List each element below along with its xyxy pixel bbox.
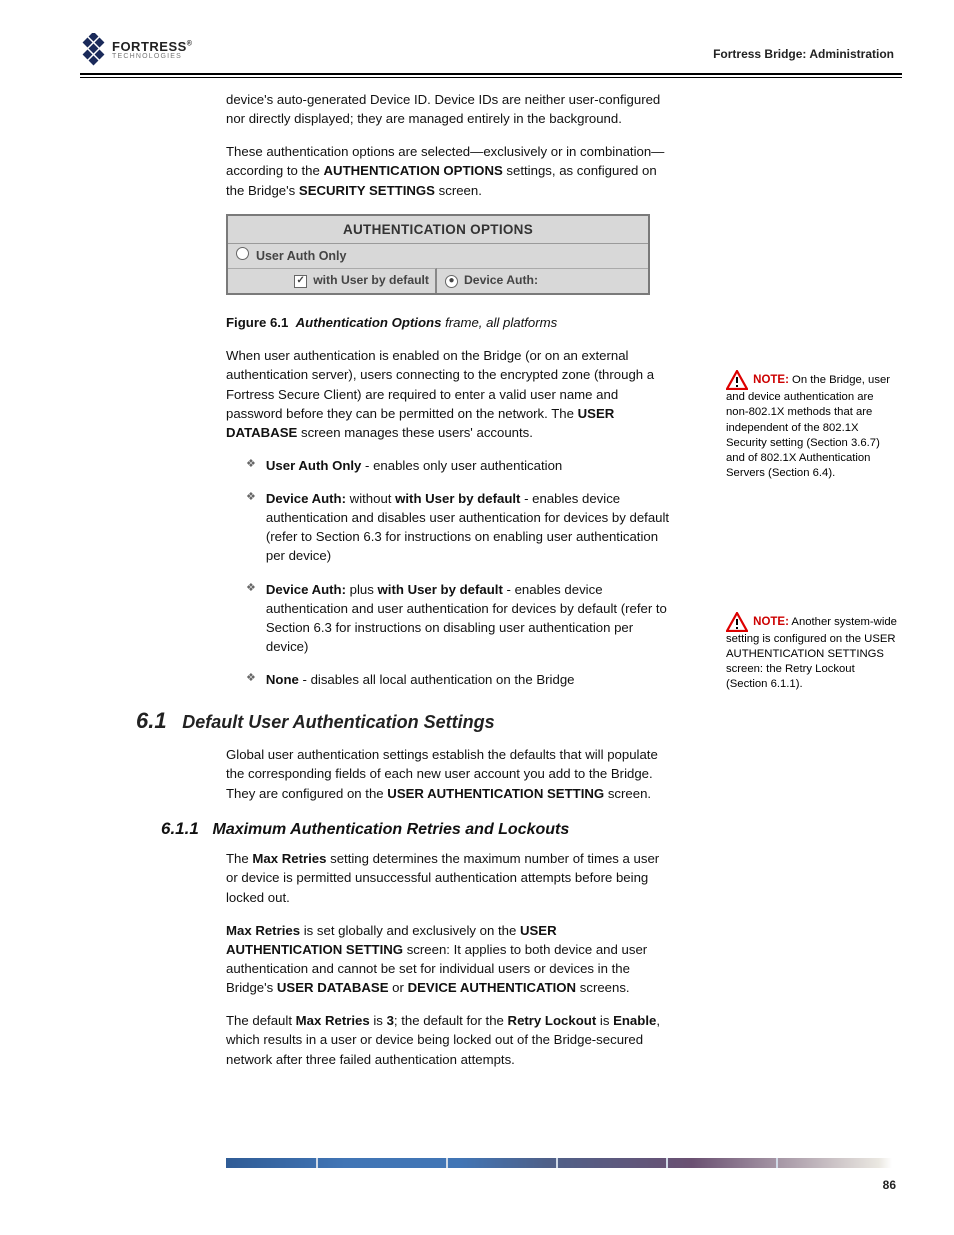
bullet-icon: ❖ <box>246 580 256 598</box>
margin-note: NOTE: On the Bridge, user and device aut… <box>726 370 898 482</box>
list-item: ❖ Device Auth: plus with User by default… <box>246 580 670 671</box>
running-title: Fortress Bridge: Administration <box>713 47 894 61</box>
checkbox-checked-icon[interactable]: ✓ <box>294 275 307 288</box>
page-number: 86 <box>883 1178 896 1192</box>
radio-checked-icon[interactable]: ● <box>445 275 458 288</box>
header-rule-thick <box>80 73 902 75</box>
para-s61: Global user authentication settings esta… <box>226 745 670 802</box>
para-max-retries-global: Max Retries is set globally and exclusiv… <box>226 921 670 998</box>
section-heading: 6.1 Default User Authentication Settings <box>136 705 670 737</box>
list-item: ❖ Device Auth: without with User by defa… <box>246 489 670 580</box>
brand-subtitle: TECHNOLOGIES <box>112 53 192 60</box>
figure-caption: Figure 6.1 Authentication Options frame,… <box>226 313 670 332</box>
auth-cell-device-auth[interactable]: ● Device Auth: <box>437 268 648 293</box>
main-content: device's auto-generated Device ID. Devic… <box>226 90 670 1083</box>
bullet-icon: ❖ <box>246 670 256 688</box>
auth-cell-with-user[interactable]: ✓ with User by default <box>228 268 437 293</box>
list-item: ❖ None - disables all local authenticati… <box>246 670 670 703</box>
footer-bar <box>226 1158 892 1168</box>
brand-name: FORTRESS® <box>112 40 192 53</box>
radio-unchecked-icon[interactable] <box>236 247 249 260</box>
para-auth-options: These authentication options are selecte… <box>226 142 670 199</box>
warning-icon <box>726 612 748 632</box>
list-item: ❖ User Auth Only - enables only user aut… <box>246 456 670 489</box>
warning-icon <box>726 370 748 390</box>
auth-panel-title: AUTHENTICATION OPTIONS <box>228 216 648 245</box>
auth-options-panel: AUTHENTICATION OPTIONS User Auth Only ✓ … <box>226 214 650 295</box>
logo-icon <box>80 33 108 67</box>
para-device-id: device's auto-generated Device ID. Devic… <box>226 90 670 128</box>
para-max-retries-desc: The Max Retries setting determines the m… <box>226 849 670 906</box>
margin-notes: NOTE: On the Bridge, user and device aut… <box>726 370 898 707</box>
margin-note: NOTE: Another system-wide setting is con… <box>726 612 898 693</box>
para-user-auth-enabled: When user authentication is enabled on t… <box>226 346 670 442</box>
auth-row-user-only[interactable]: User Auth Only <box>228 244 648 268</box>
brand-reg: ® <box>187 41 193 48</box>
bullet-icon: ❖ <box>246 489 256 507</box>
header-rule-thin <box>80 77 902 78</box>
para-max-retries-default: The default Max Retries is 3; the defaul… <box>226 1011 670 1068</box>
bullet-icon: ❖ <box>246 456 256 474</box>
subsection-heading: 6.1.1 Maximum Authentication Retries and… <box>161 817 670 842</box>
